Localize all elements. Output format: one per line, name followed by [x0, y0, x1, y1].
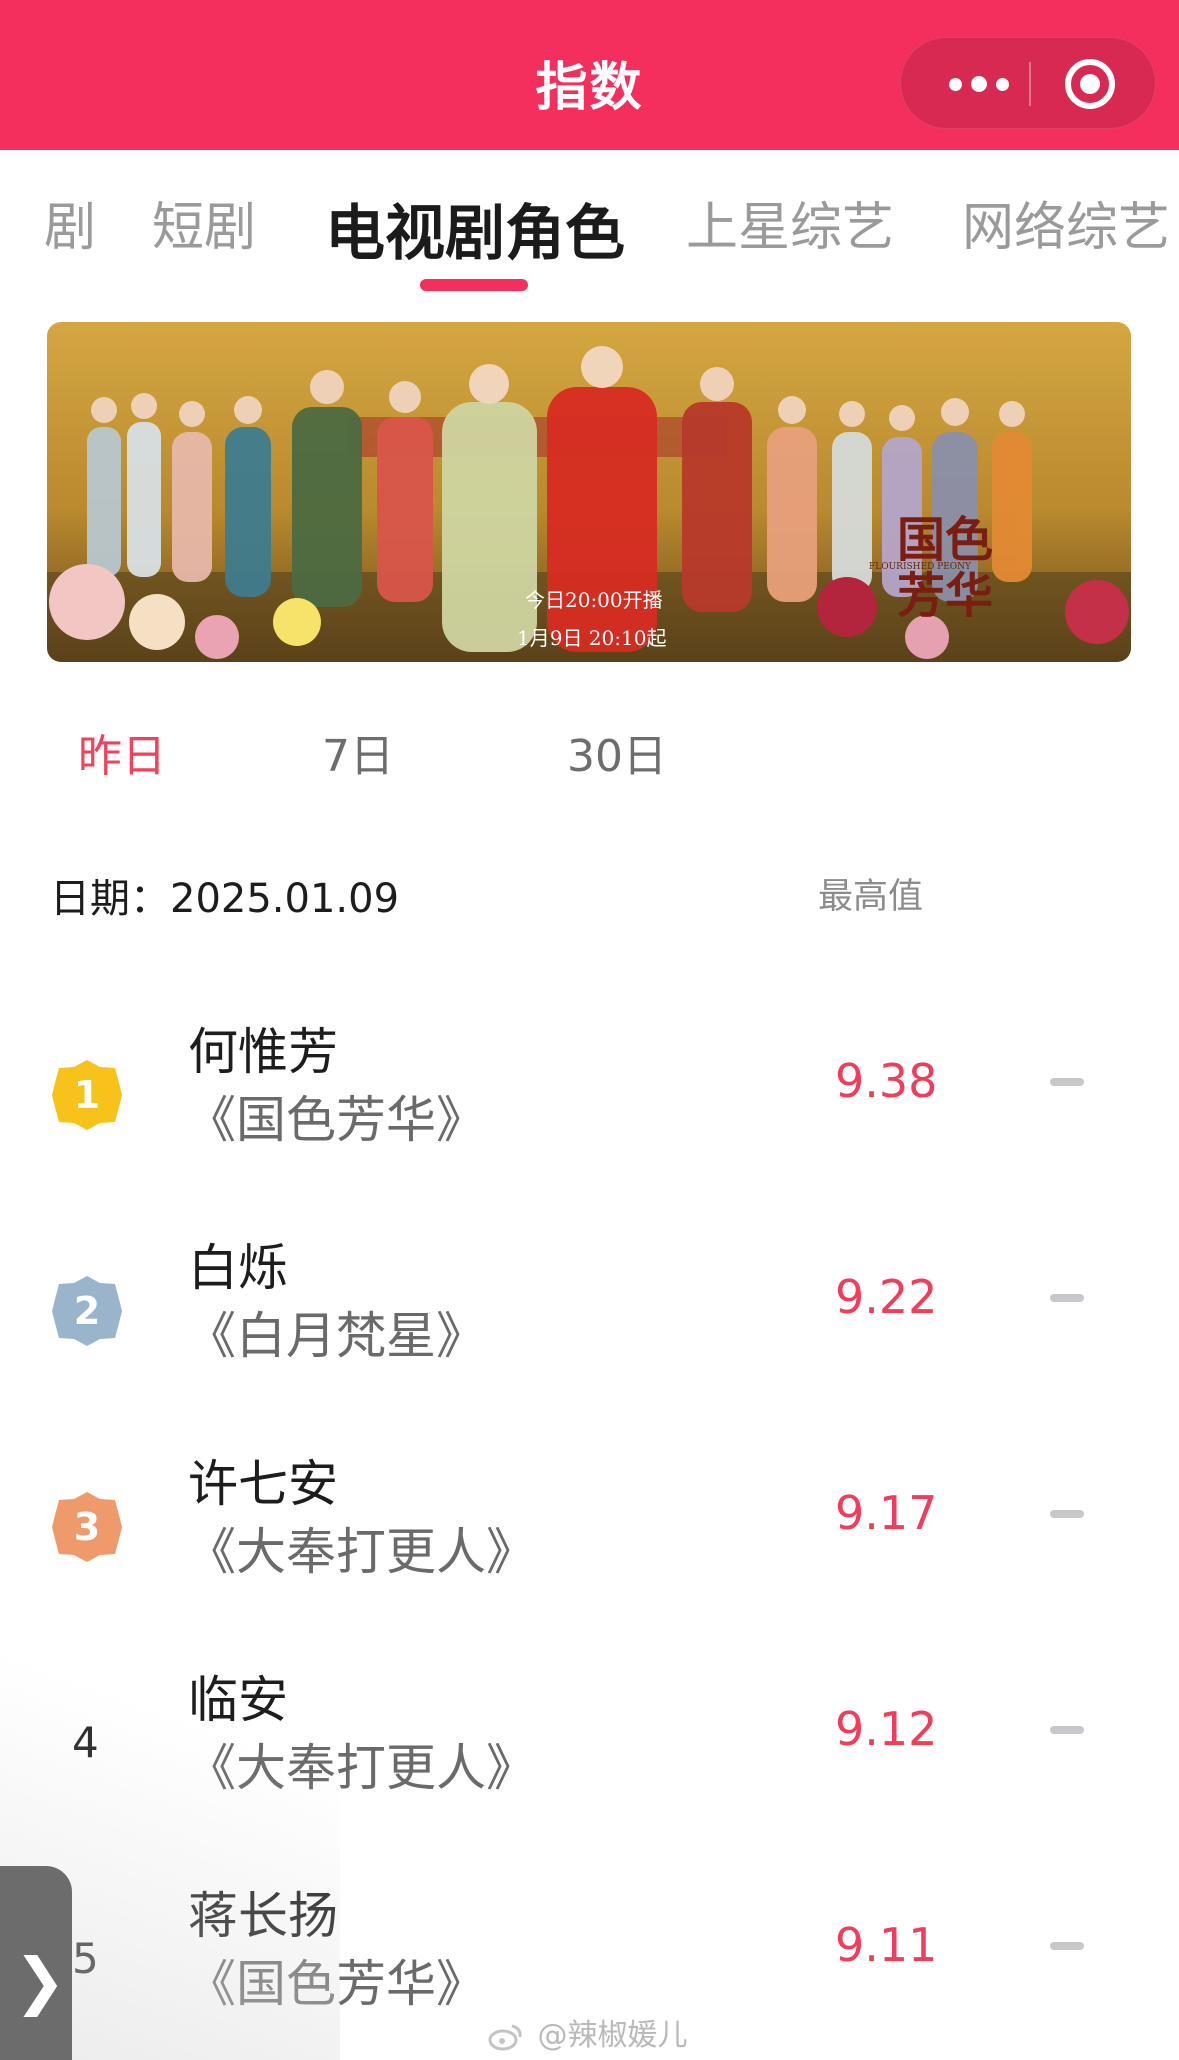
trend-flat-icon — [1050, 1294, 1084, 1302]
score-value: 9.38 — [835, 1054, 938, 1108]
banner-air-date: 1月9日 20:10起 — [517, 626, 667, 650]
date-row: 日期：2025.01.09 — [50, 866, 399, 924]
ranking-row[interactable]: 3 许七安 《大奉打更人》 9.17 — [0, 1422, 1179, 1638]
date-value: 2025.01.09 — [170, 876, 400, 922]
category-tabs: 剧 短剧 电视剧角色 上星综艺 网络综艺 — [0, 150, 1179, 295]
tab-tv-character[interactable]: 电视剧角色 — [325, 185, 625, 272]
chevron-right-icon: ❯ — [14, 1944, 66, 2017]
period-30-days[interactable]: 30日 — [567, 720, 667, 784]
rank-gold-badge-icon: 1 — [52, 1060, 122, 1130]
character-name: 何惟芳 — [188, 1023, 338, 1081]
rank-number: 3 — [74, 1505, 100, 1549]
weibo-icon — [488, 2024, 522, 2050]
character-name: 白烁 — [188, 1239, 288, 1297]
date-label: 日期： — [50, 876, 170, 922]
period-yesterday[interactable]: 昨日 — [78, 720, 166, 784]
banner-logo-subtitle: FLOURISHED PEONY — [869, 562, 971, 572]
tab-drama-partial[interactable]: 剧 — [44, 185, 96, 260]
tab-satellite-variety[interactable]: 上星综艺 — [686, 185, 894, 260]
max-value-header: 最高值 — [818, 877, 924, 917]
rank-silver-badge-icon: 2 — [52, 1276, 122, 1346]
more-icon[interactable] — [929, 38, 1029, 130]
ranking-row[interactable]: 1 何惟芳 《国色芳华》 9.38 — [0, 990, 1179, 1206]
score-value: 9.12 — [835, 1702, 938, 1756]
ranking-row[interactable]: 2 白烁 《白月梵星》 9.22 — [0, 1206, 1179, 1422]
character-name: 许七安 — [188, 1455, 338, 1513]
character-name: 临安 — [188, 1671, 288, 1729]
show-title: 《大奉打更人》 — [186, 1739, 536, 1797]
show-title: 《白月梵星》 — [186, 1307, 486, 1365]
watermark: @辣椒媛儿 — [488, 2010, 688, 2054]
trend-flat-icon — [1050, 1726, 1084, 1734]
score-value: 9.11 — [835, 1918, 938, 1972]
rank-number: 4 — [72, 1718, 99, 1767]
banner-air-time: 今日20:00开播 — [525, 588, 663, 612]
show-title: 《大奉打更人》 — [186, 1523, 536, 1581]
character-name: 蒋长扬 — [188, 1887, 338, 1945]
capsule-divider — [1029, 62, 1031, 106]
show-title: 《国色芳华》 — [186, 1091, 486, 1149]
tab-indicator — [420, 279, 528, 291]
rank-number: 2 — [74, 1289, 100, 1333]
close-mini-program-icon[interactable] — [1065, 59, 1115, 109]
top-bar: 指数 — [0, 0, 1179, 150]
promo-banner[interactable]: 今日20:00开播 1月9日 20:10起 国色芳华 FLOURISHED PE… — [47, 322, 1131, 662]
score-value: 9.22 — [835, 1270, 938, 1324]
show-title: 《国色芳华》 — [186, 1955, 486, 2013]
trend-flat-icon — [1050, 1942, 1084, 1950]
rank-number: 5 — [72, 1934, 99, 1983]
trend-flat-icon — [1050, 1078, 1084, 1086]
score-value: 9.17 — [835, 1486, 938, 1540]
side-expand-button[interactable]: ❯ — [0, 1866, 72, 2060]
watermark-text: @辣椒媛儿 — [537, 2018, 688, 2053]
ranking-row[interactable]: 4 临安 《大奉打更人》 9.12 — [0, 1638, 1179, 1854]
trend-flat-icon — [1050, 1510, 1084, 1518]
tab-short-drama[interactable]: 短剧 — [152, 185, 256, 260]
rank-number: 1 — [74, 1073, 100, 1117]
mini-program-capsule — [900, 37, 1156, 129]
period-7-days[interactable]: 7日 — [322, 720, 394, 784]
tab-web-variety[interactable]: 网络综艺 — [962, 185, 1170, 260]
rank-bronze-badge-icon: 3 — [52, 1492, 122, 1562]
